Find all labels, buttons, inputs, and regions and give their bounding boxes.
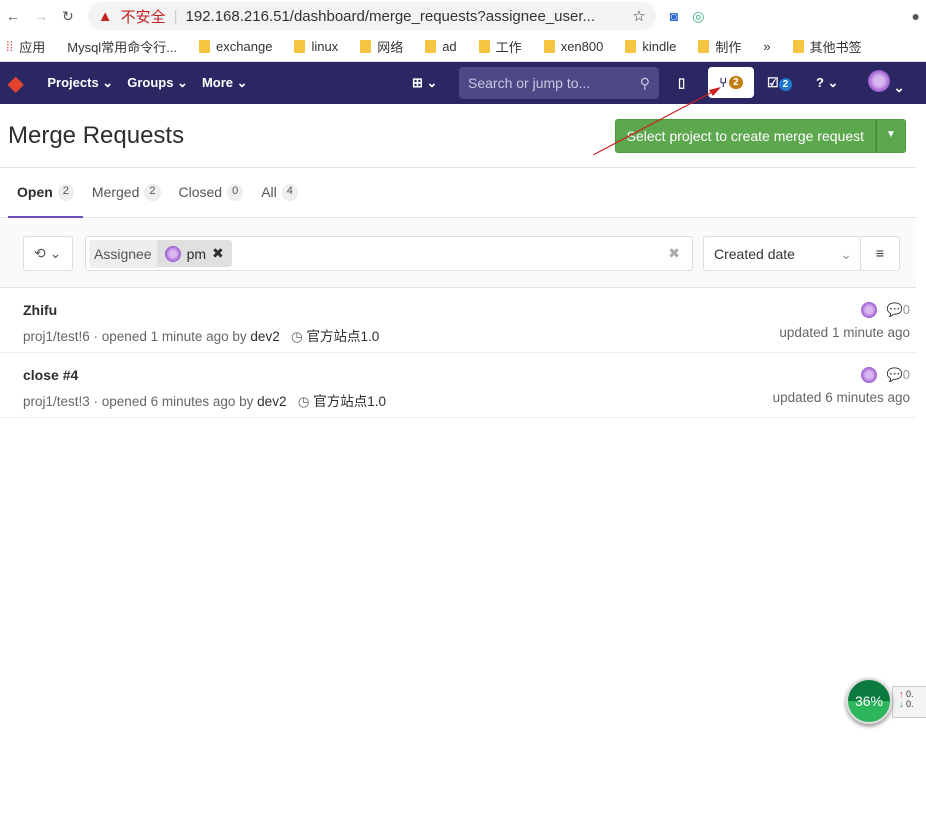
mr-list-item: close #4 proj1/test!3 · opened 6 minutes… — [0, 353, 916, 418]
sort-dropdown[interactable]: Created date ⌄ — [703, 236, 861, 271]
bookmark-folder[interactable]: ad — [425, 39, 457, 54]
milestone-link[interactable]: 官方站点1.0 — [307, 329, 380, 344]
comments-icon: 💬0 — [886, 302, 910, 317]
network-speed-panel: ↑ 0. ↓ 0. — [892, 686, 926, 718]
milestone-link[interactable]: 官方站点1.0 — [313, 394, 386, 409]
bookmark-folder[interactable]: 网络 — [360, 37, 403, 56]
recent-searches-button[interactable]: ⟲ ⌄ — [23, 236, 73, 271]
bookmark-folder[interactable]: 其他书签 — [792, 37, 862, 56]
reload-icon[interactable]: ↻ — [62, 8, 74, 25]
mr-title[interactable]: close #4 — [23, 367, 78, 383]
more-bookmarks[interactable]: » — [763, 39, 770, 54]
token-name: Assignee — [89, 239, 157, 268]
bookmark[interactable]: Mysql常用命令行... — [67, 37, 177, 56]
new-merge-request-group: Select project to create merge request ▼ — [614, 118, 906, 153]
user-avatar[interactable]: ⌄ — [868, 70, 905, 96]
memory-usage-widget[interactable]: 36% — [846, 678, 892, 724]
updated-time: updated 6 minutes ago — [772, 390, 910, 405]
extension-icon[interactable]: ◙ — [670, 8, 678, 24]
bookmark-folder[interactable]: linux — [294, 39, 338, 54]
bookmark-folder[interactable]: 工作 — [478, 37, 522, 56]
tab-closed[interactable]: Closed 0 — [170, 168, 253, 218]
bookmark-folder[interactable]: kindle — [625, 39, 676, 54]
nav-more[interactable]: More ⌄ — [202, 75, 248, 91]
todos-button[interactable]: ☑ 2 — [767, 75, 793, 91]
mr-list-item: Zhifu proj1/test!6 · opened 1 minute ago… — [0, 288, 916, 353]
forward-icon[interactable]: → — [34, 8, 48, 24]
tab-open[interactable]: Open 2 — [8, 168, 83, 218]
page-header: Merge Requests Select project to create … — [0, 104, 916, 168]
warning-icon: ▲ — [97, 7, 113, 25]
bookmark-apps[interactable]: ⁞⁞ 应用 — [6, 37, 45, 56]
nav-projects[interactable]: Projects ⌄ — [47, 75, 113, 91]
address-bar[interactable]: ▲ 不安全 | 192.168.216.51/dashboard/merge_r… — [87, 2, 656, 30]
mr-meta: proj1/test!3 · opened 6 minutes ago by d… — [23, 394, 387, 409]
assignee-avatar[interactable] — [860, 302, 877, 318]
assignee-avatar[interactable] — [860, 367, 877, 383]
url-text: 192.168.216.51/dashboard/merge_requests?… — [185, 7, 595, 25]
back-icon[interactable]: ← — [6, 8, 20, 24]
gitlab-logo-icon[interactable]: ◆ — [8, 71, 23, 96]
sort-direction-button[interactable]: ≡ — [860, 236, 900, 271]
filtered-search-input[interactable]: Assignee pm ✖ ✖ — [85, 236, 693, 271]
tab-all[interactable]: All 4 — [252, 168, 307, 218]
clock-icon: ◷ — [290, 329, 303, 344]
clear-search-icon[interactable]: ✖ — [668, 245, 680, 262]
select-project-button[interactable]: Select project to create merge request — [614, 118, 876, 153]
page-title: Merge Requests — [8, 121, 185, 149]
merge-request-icon: ⑂ — [719, 75, 728, 90]
tab-merged[interactable]: Merged 2 — [83, 168, 170, 218]
clock-icon: ◷ — [297, 394, 310, 409]
bookmark-folder[interactable]: 制作 — [698, 37, 741, 56]
new-plus-icon[interactable]: ⊞ ⌄ — [412, 75, 437, 91]
nav-groups[interactable]: Groups ⌄ — [127, 75, 188, 91]
author-link[interactable]: dev2 — [257, 394, 286, 409]
mr-count-badge: 2 — [729, 76, 743, 89]
dropdown-toggle[interactable]: ▼ — [876, 118, 906, 153]
updated-time: updated 1 minute ago — [779, 325, 910, 340]
search-input[interactable]: Search or jump to... ⚲ — [459, 67, 659, 99]
profile-icon[interactable]: ● — [912, 8, 920, 24]
bookmark-folder[interactable]: exchange — [199, 39, 272, 54]
gitlab-navbar: ◆ Projects ⌄ Groups ⌄ More ⌄ ⊞ ⌄ Search … — [0, 62, 926, 104]
state-tabs: Open 2 Merged 2 Closed 0 All 4 — [0, 168, 916, 218]
star-icon[interactable]: ☆ — [632, 7, 645, 25]
token-value: pm ✖ — [156, 240, 232, 267]
issues-icon[interactable]: ▯ — [678, 75, 685, 91]
mr-meta: proj1/test!6 · opened 1 minute ago by de… — [23, 329, 380, 344]
search-icon: ⚲ — [639, 75, 650, 91]
mr-title[interactable]: Zhifu — [23, 302, 57, 318]
bookmarks-bar: ⁞⁞ 应用 Mysql常用命令行... exchange linux 网络 ad … — [0, 32, 926, 62]
browser-toolbar: ← → ↻ ▲ 不安全 | 192.168.216.51/dashboard/m… — [0, 0, 926, 32]
author-link[interactable]: dev2 — [250, 329, 279, 344]
insecure-label: 不安全 — [120, 8, 166, 26]
extension-icon[interactable]: ◎ — [692, 8, 704, 25]
bookmark-folder[interactable]: xen800 — [543, 39, 603, 54]
help-icon[interactable]: ? ⌄ — [816, 75, 838, 91]
comments-icon: 💬0 — [886, 367, 910, 382]
merge-requests-button[interactable]: ⑂ 2 — [708, 67, 754, 98]
filter-bar: ⟲ ⌄ Assignee pm ✖ ✖ Created date ⌄ ≡ — [0, 218, 916, 288]
remove-token-icon[interactable]: ✖ — [212, 245, 224, 262]
